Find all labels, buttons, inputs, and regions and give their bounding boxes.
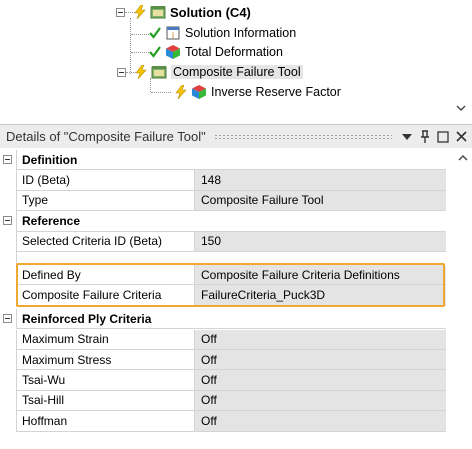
property-row[interactable]: Maximum Strain Off	[0, 329, 446, 350]
collapse-toggle-icon[interactable]	[117, 67, 126, 77]
property-row[interactable]: Maximum Stress Off	[0, 350, 446, 371]
details-panel-header: Details of "Composite Failure Tool"	[0, 124, 472, 148]
property-row[interactable]: Hoffman Off	[0, 411, 446, 432]
property-name: Maximum Stress	[17, 350, 195, 371]
scroll-down-icon[interactable]	[456, 104, 466, 114]
property-name: Hoffman	[17, 411, 195, 432]
information-icon: i	[164, 25, 182, 41]
property-value[interactable]: Composite Failure Criteria Definitions	[195, 265, 446, 286]
category-reinforced-ply-criteria[interactable]: Reinforced Ply Criteria	[0, 309, 446, 330]
property-value[interactable]: Off	[195, 390, 446, 412]
property-value[interactable]: Off	[195, 329, 446, 350]
maximize-icon[interactable]	[436, 129, 450, 145]
pin-icon[interactable]	[418, 129, 432, 145]
check-icon	[146, 44, 164, 60]
property-name: Tsai-Hill	[17, 390, 195, 412]
tree-connector	[151, 92, 171, 93]
category-label: Reference	[17, 211, 446, 232]
property-value[interactable]: Off	[195, 411, 446, 432]
lightning-icon	[172, 84, 190, 100]
property-name: Defined By	[17, 265, 195, 286]
close-icon[interactable]	[454, 129, 468, 145]
result-cube-icon	[190, 84, 208, 100]
drag-grip[interactable]	[213, 133, 392, 140]
property-row[interactable]: Type Composite Failure Tool	[0, 190, 446, 212]
tree-label: Composite Failure Tool	[171, 65, 303, 79]
svg-text:i: i	[172, 31, 174, 40]
property-name: Tsai-Wu	[17, 370, 195, 391]
tree-item-total-deformation[interactable]: Total Deformation	[146, 43, 283, 61]
category-reference[interactable]: Reference	[0, 211, 446, 232]
collapse-toggle-icon[interactable]	[3, 155, 12, 164]
details-property-grid: Definition ID (Beta) 148 Type Composite …	[0, 150, 472, 449]
scroll-up-icon[interactable]	[458, 154, 468, 165]
property-name: Maximum Strain	[17, 329, 195, 350]
outline-tree: Solution (C4) i Solution Information Tot…	[0, 0, 472, 122]
result-cube-icon	[164, 44, 182, 60]
property-value[interactable]: Composite Failure Tool	[195, 190, 446, 212]
category-label: Definition	[17, 150, 446, 171]
tree-item-solution-information[interactable]: i Solution Information	[146, 24, 296, 42]
tree-item-composite-failure-tool[interactable]: Composite Failure Tool	[117, 63, 303, 81]
tree-label: Total Deformation	[185, 45, 283, 59]
details-scrollbar[interactable]	[454, 150, 472, 449]
tree-label: Solution (C4)	[170, 4, 251, 20]
category-label: Reinforced Ply Criteria	[17, 309, 446, 330]
property-value[interactable]: Off	[195, 350, 446, 371]
property-name: ID (Beta)	[17, 170, 195, 191]
collapse-toggle-icon[interactable]	[3, 314, 12, 323]
property-row[interactable]: ID (Beta) 148	[0, 170, 446, 191]
lightning-icon	[131, 4, 149, 20]
tree-label: Inverse Reserve Factor	[211, 85, 341, 99]
property-value[interactable]: 148	[195, 170, 446, 191]
dropdown-icon[interactable]	[400, 129, 414, 145]
property-row[interactable]: Selected Criteria ID (Beta) 150	[0, 231, 446, 252]
lightning-icon	[132, 64, 150, 80]
details-title: Details of "Composite Failure Tool"	[6, 129, 206, 144]
property-row[interactable]: Defined By Composite Failure Criteria De…	[0, 265, 446, 286]
property-row[interactable]: Tsai-Hill Off	[0, 390, 446, 412]
property-row[interactable]: Composite Failure Criteria FailureCriter…	[0, 285, 446, 306]
property-value[interactable]: FailureCriteria_Puck3D	[195, 285, 446, 306]
check-icon	[146, 25, 164, 41]
tree-item-solution[interactable]: Solution (C4)	[116, 3, 251, 21]
property-row[interactable]: Tsai-Wu Off	[0, 370, 446, 391]
collapse-toggle-icon[interactable]	[3, 216, 12, 226]
tree-label: Solution Information	[185, 26, 297, 40]
solution-icon	[149, 4, 167, 20]
property-name: Selected Criteria ID (Beta)	[17, 231, 195, 252]
property-value[interactable]: Off	[195, 370, 446, 391]
composite-tool-icon	[150, 64, 168, 80]
row-spacer	[0, 252, 446, 265]
property-name: Composite Failure Criteria	[17, 285, 195, 306]
property-value[interactable]: 150	[195, 231, 446, 252]
tree-item-inverse-reserve-factor[interactable]: Inverse Reserve Factor	[172, 83, 341, 101]
category-definition[interactable]: Definition	[0, 150, 446, 171]
property-name: Type	[17, 190, 195, 212]
collapse-toggle-icon[interactable]	[116, 7, 125, 17]
